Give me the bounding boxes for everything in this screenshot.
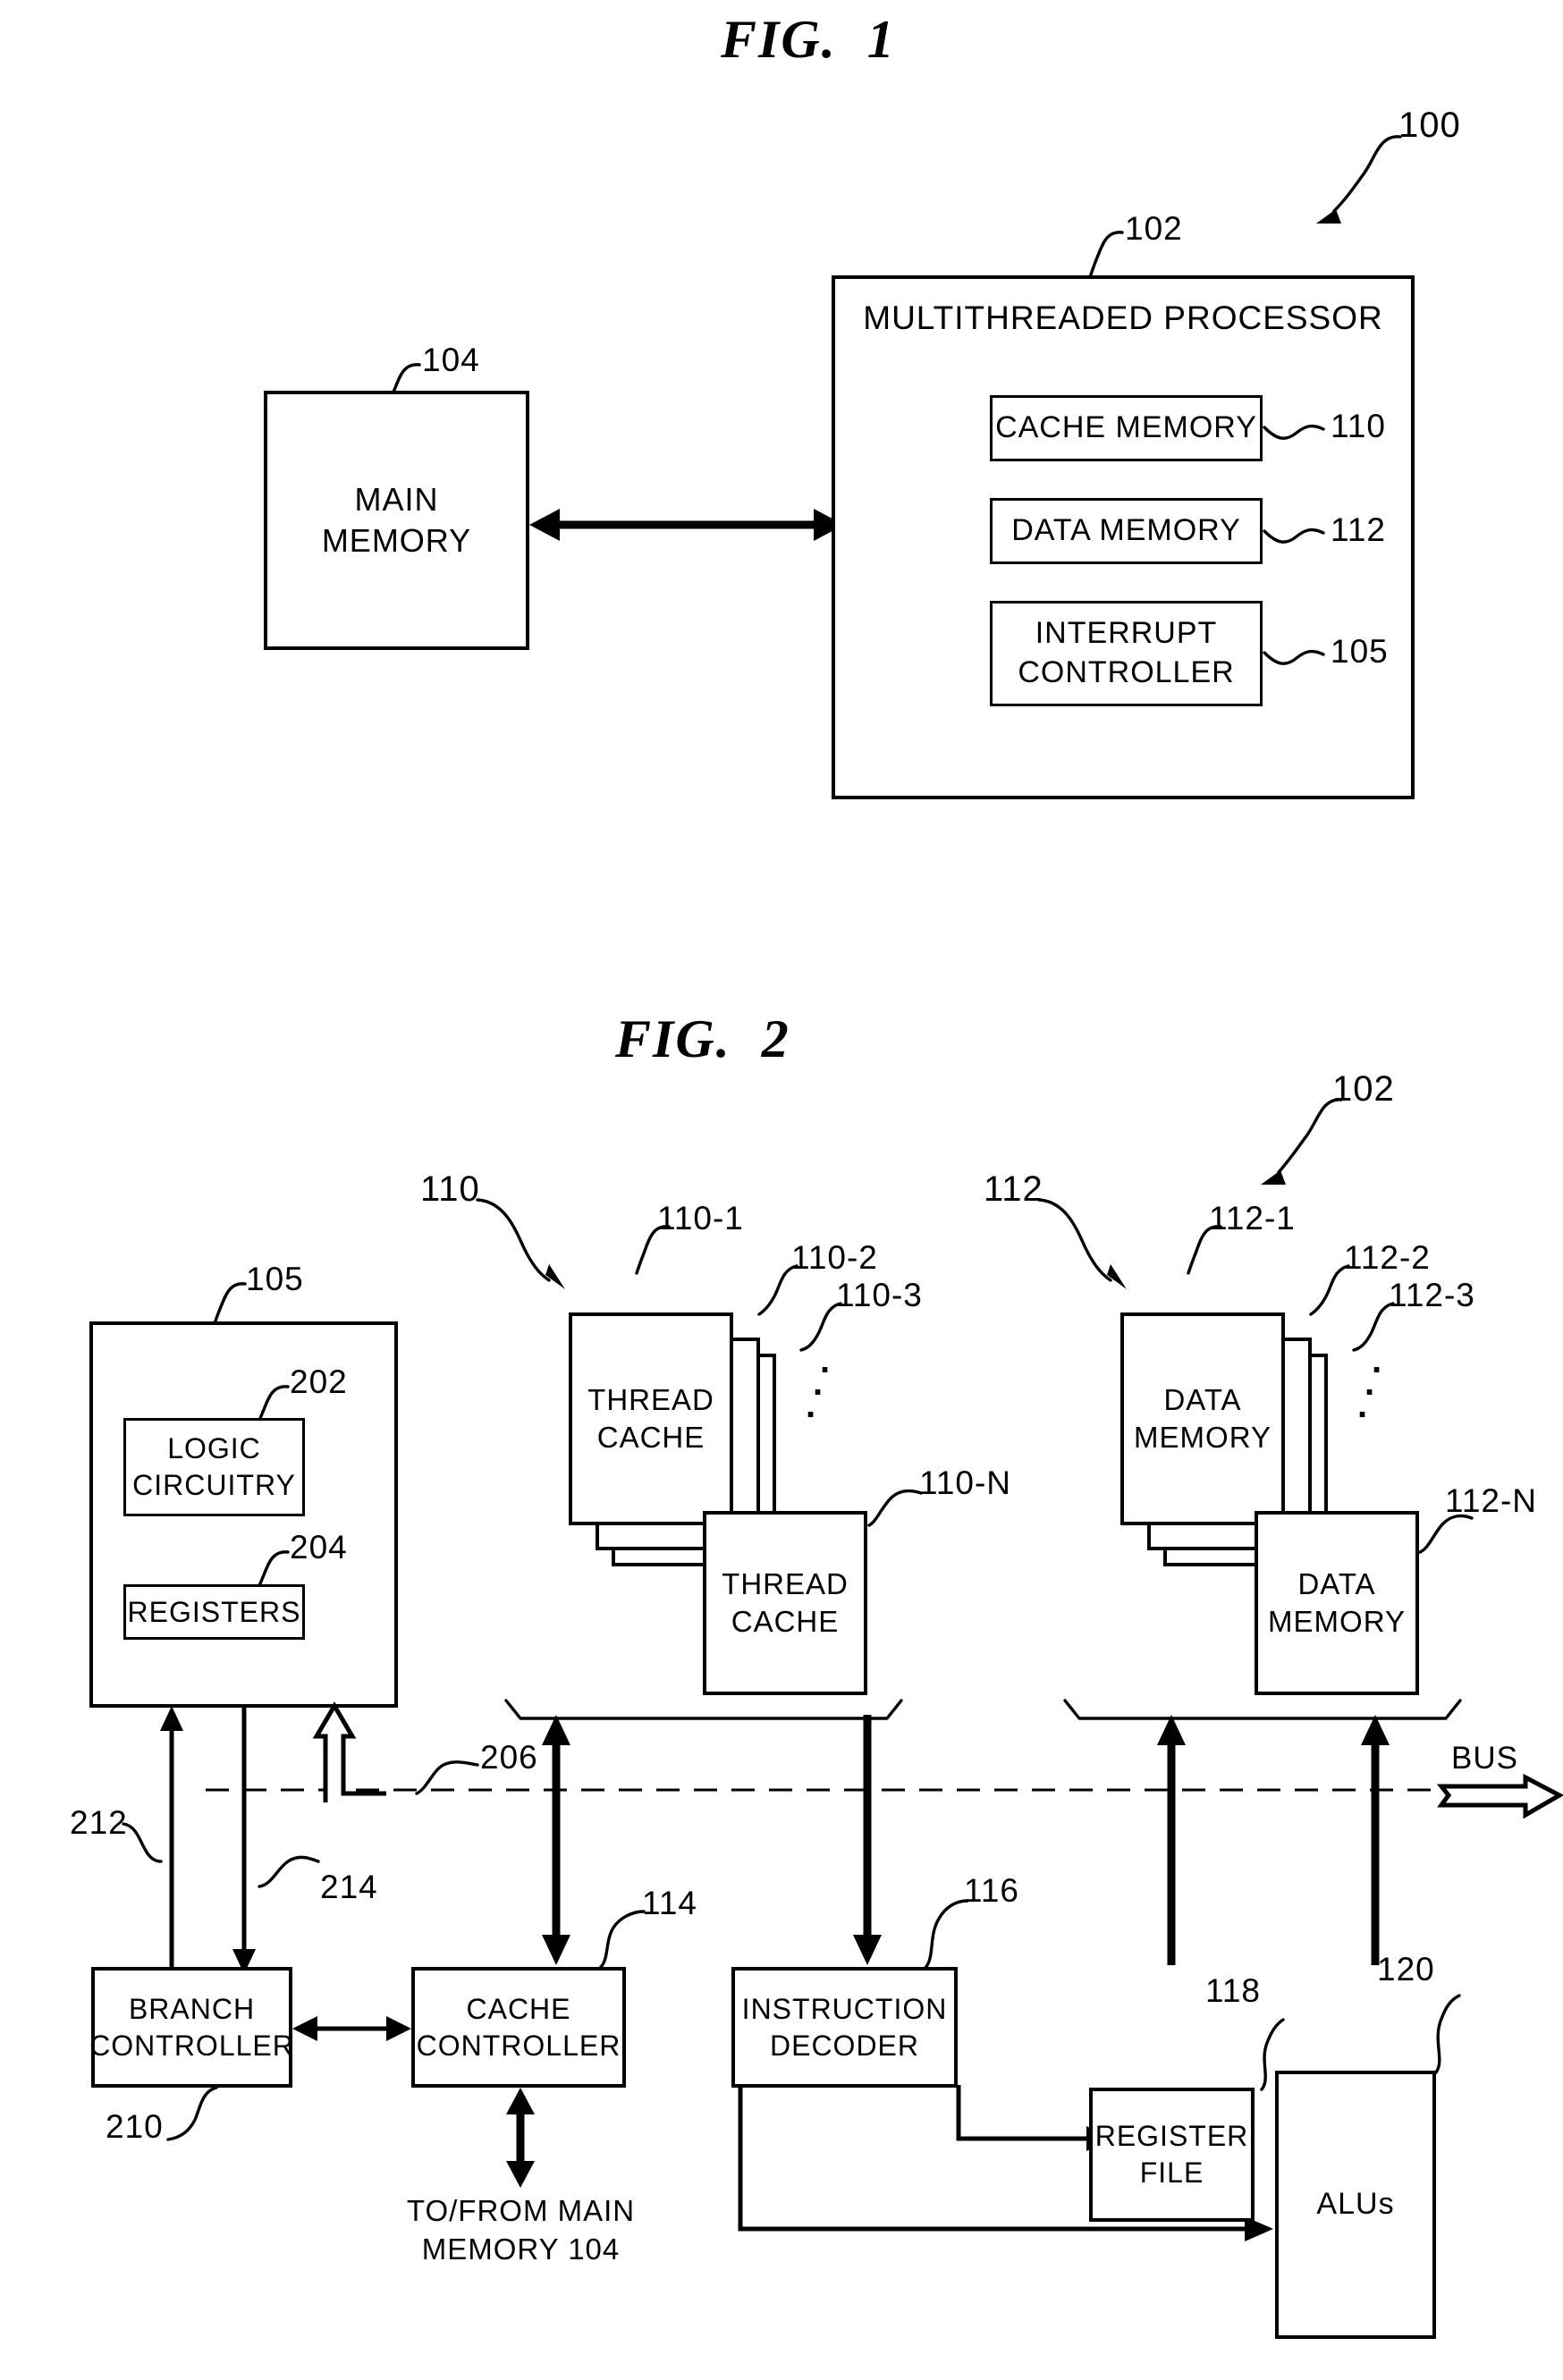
fig2-alus-ref: 120 <box>1377 1951 1435 1988</box>
fig2-system-ref-102: 102 <box>1332 1069 1395 1109</box>
fig2-data-memory-1-box: DATA MEMORY <box>1120 1312 1285 1525</box>
fig1-data-memory-ref: 112 <box>1331 511 1386 548</box>
fig2-bus-arrow-icon <box>1436 1773 1563 1819</box>
fig1-main-memory-box: MAIN MEMORY <box>264 391 529 650</box>
fig2-bus-dashed-line <box>206 1788 1475 1792</box>
fig2-data-memory-2-ref: 112-2 <box>1344 1239 1431 1276</box>
fig2-data-memory-3-ref: 112-3 <box>1389 1277 1475 1313</box>
fig2-interrupt-input-ref: 206 <box>480 1739 538 1776</box>
fig1-system-ref-leader-icon <box>1316 135 1402 224</box>
fig2-branch-to-ic-ref: 212 <box>70 1804 128 1841</box>
fig2-thread-cache-group-ref: 110 <box>420 1169 480 1209</box>
fig2-title: FIG. 2 <box>615 1009 790 1068</box>
fig2-thread-cache-n-leader-icon <box>867 1489 923 1527</box>
fig2-bus-label: BUS <box>1451 1741 1518 1776</box>
fig2-alus-bus-arrow-icon <box>1361 1715 1390 1965</box>
fig2-cache-controller-leader-icon <box>597 1910 646 1971</box>
fig2-branch-controller-box: BRANCH CONTROLLER <box>89 1967 293 2088</box>
fig2-ic-to-branch-leader-icon <box>258 1855 320 1888</box>
fig2-alus-leader-icon <box>1434 1994 1461 2074</box>
fig1-title: FIG. 1 <box>721 10 896 69</box>
fig2-logic-circuitry-ref: 202 <box>290 1363 348 1400</box>
fig2-interrupt-input-leader-icon <box>415 1760 479 1795</box>
fig2-data-memory-n-ref: 112-N <box>1445 1482 1538 1519</box>
fig1-cache-memory-ref: 110 <box>1331 408 1386 444</box>
fig2-main-memory-io-label: TO/FROM MAIN MEMORY 104 <box>406 2194 636 2266</box>
fig2-thread-cache-bus-tap-icon <box>504 1699 903 1720</box>
fig2-ic-to-branch-arrow-icon <box>232 1706 256 1974</box>
fig2-data-memory-1-ref: 112-1 <box>1209 1200 1296 1236</box>
fig2-data-memory-group-leader-icon <box>1037 1198 1127 1289</box>
fig2-branch-controller-ref: 210 <box>106 2108 164 2145</box>
fig2-data-memory-ellipsis: . . . <box>1357 1341 1382 1425</box>
fig1-processor-title: MULTITHREADED PROCESSOR <box>863 300 1383 336</box>
fig2-thread-cache-group-leader-icon <box>476 1198 565 1289</box>
fig2-logic-circuitry-box: LOGIC CIRCUITRY <box>123 1418 305 1516</box>
fig1-cache-memory-box: CACHE MEMORY <box>990 395 1263 461</box>
fig2-main-memory-io-arrow-icon <box>506 2088 535 2188</box>
fig2-alus-box: ALUs <box>1275 2071 1436 2339</box>
fig1-main-memory-ref: 104 <box>422 342 480 378</box>
fig2-registers-box: REGISTERS <box>123 1584 305 1640</box>
fig1-processor-ref: 102 <box>1125 210 1183 247</box>
fig2-cache-controller-ref: 114 <box>642 1885 697 1921</box>
fig2-data-memory-bus-tap-icon <box>1063 1699 1462 1720</box>
fig1-memory-processor-arrow-icon <box>529 509 844 541</box>
fig2-instruction-decoder-leader-icon <box>923 1899 969 1971</box>
fig2-data-memory-group-ref: 112 <box>984 1169 1043 1209</box>
fig2-cache-controller-bus-arrow-icon <box>542 1715 570 1965</box>
fig2-interrupt-input-arrow-icon <box>312 1701 386 1802</box>
fig2-thread-cache-3-ref: 110-3 <box>836 1277 923 1313</box>
fig2-thread-cache-n-ref: 110-N <box>919 1464 1012 1501</box>
fig2-thread-cache-1-box: THREAD CACHE <box>569 1312 733 1525</box>
fig2-ic-to-branch-ref: 214 <box>320 1869 378 1905</box>
fig2-registers-ref: 204 <box>290 1529 348 1566</box>
fig2-branch-to-ic-arrow-icon <box>160 1706 183 1974</box>
fig1-interrupt-controller-box: INTERRUPT CONTROLLER <box>990 601 1263 706</box>
fig2-branch-controller-leader-icon <box>166 2086 218 2141</box>
fig1-data-memory-box: DATA MEMORY <box>990 498 1263 564</box>
fig2-instruction-decoder-box: INSTRUCTION DECODER <box>731 1967 958 2088</box>
fig2-data-memory-n-box: DATA MEMORY <box>1255 1511 1419 1695</box>
fig2-instruction-decoder-bus-arrow-icon <box>853 1715 882 1965</box>
fig2-branch-to-ic-leader-icon <box>122 1822 163 1863</box>
fig2-branch-cache-link-arrow-icon <box>292 2016 411 2041</box>
fig2-thread-cache-2-ref: 110-2 <box>791 1239 878 1276</box>
fig2-register-file-box: REGISTER FILE <box>1089 2088 1255 2222</box>
fig1-system-ref-100: 100 <box>1398 105 1461 145</box>
fig1-interrupt-controller-ref: 105 <box>1331 633 1389 670</box>
fig2-thread-cache-1-ref: 110-1 <box>657 1200 744 1236</box>
fig2-instruction-decoder-ref: 116 <box>964 1872 1019 1909</box>
fig2-register-file-ref: 118 <box>1205 1972 1261 2009</box>
fig2-interrupt-controller-ref: 105 <box>246 1261 304 1297</box>
fig2-register-file-bus-arrow-icon <box>1157 1715 1186 1965</box>
fig2-cache-controller-box: CACHE CONTROLLER <box>411 1967 626 2088</box>
fig2-thread-cache-n-box: THREAD CACHE <box>703 1511 867 1695</box>
fig2-thread-cache-ellipsis: . . . <box>806 1341 831 1425</box>
patent-figure-sheet: FIG. 1 100 104 MAIN MEMORY 102 MULTITHRE… <box>0 0 1563 2380</box>
